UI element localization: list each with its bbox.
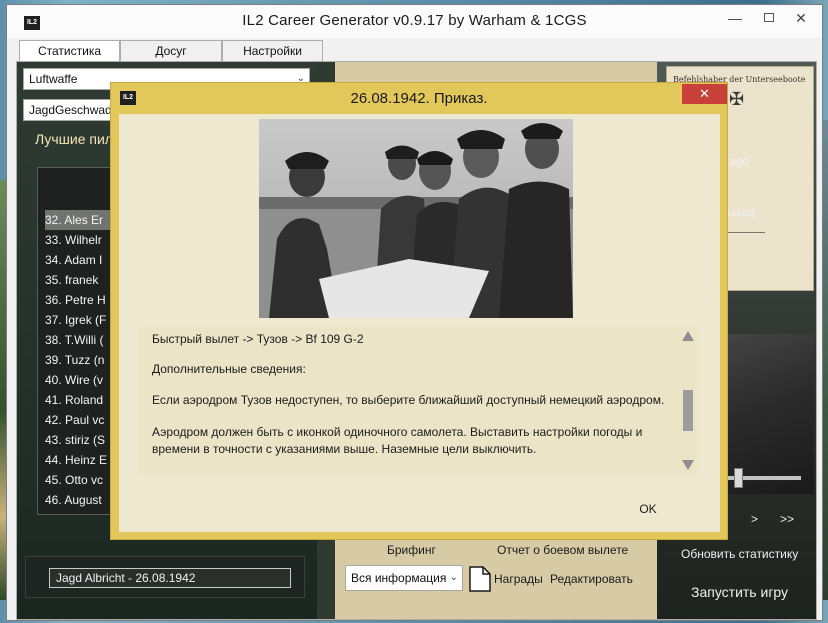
order-route-line: Быстрый вылет -> Тузов -> Bf 109 G-2 — [152, 332, 364, 346]
best-pilots-label: Лучшие пил — [35, 131, 113, 147]
nav-last-button[interactable]: >> — [780, 512, 794, 526]
photo-slider[interactable] — [717, 476, 801, 480]
close-button[interactable]: ✕ — [781, 5, 821, 31]
squadron-select[interactable]: JagdGeschwad — [23, 99, 123, 121]
order-dialog: IL2 26.08.1942. Приказ. ✕ Быстрый вылет … — [110, 82, 728, 540]
main-window-title: IL2 Career Generator v0.9.17 by Warham &… — [242, 12, 587, 29]
minimize-button[interactable]: — — [718, 5, 752, 31]
main-titlebar[interactable]: IL2 IL2 Career Generator v0.9.17 by Warh… — [7, 5, 822, 38]
scroll-up-arrow-icon[interactable] — [682, 331, 694, 341]
dialog-titlebar[interactable]: IL2 26.08.1942. Приказ. ✕ — [111, 83, 727, 114]
tab-statistics[interactable]: Статистика — [19, 40, 120, 63]
chevron-down-icon: ⌄ — [449, 572, 458, 583]
air-force-select-value: Luftwaffe — [29, 72, 78, 86]
dialog-close-button[interactable]: ✕ — [682, 84, 727, 104]
combat-report-button[interactable]: Отчет о боевом вылете — [497, 543, 628, 557]
order-extra-info-heading: Дополнительные сведения: — [152, 362, 306, 376]
awards-button[interactable]: Награды — [494, 572, 543, 586]
scroll-down-arrow-icon[interactable] — [682, 460, 694, 470]
dialog-title: 26.08.1942. Приказ. — [350, 90, 488, 107]
scroll-thumb[interactable] — [683, 390, 693, 431]
order-text-area[interactable]: Быстрый вылет -> Тузов -> Bf 109 G-2 Доп… — [139, 327, 697, 475]
squadron-select-value: JagdGeschwad — [29, 103, 112, 117]
career-status-field[interactable]: Jagd Albricht - 26.08.1942 — [49, 568, 291, 588]
dialog-body: Быстрый вылет -> Тузов -> Bf 109 G-2 Доп… — [119, 114, 720, 532]
refresh-statistics-button[interactable]: Обновить статистику — [681, 547, 798, 561]
maximize-icon — [764, 13, 774, 22]
order-scrollbar[interactable] — [679, 327, 697, 475]
edit-button[interactable]: Редактировать — [550, 572, 633, 586]
order-photo — [259, 119, 573, 318]
order-text-line: Аэродром должен быть с иконкой одиночног… — [152, 425, 643, 439]
document-icon[interactable] — [467, 565, 493, 593]
info-filter-select[interactable]: Вся информация ⌄ — [345, 565, 463, 591]
nav-next-button[interactable]: > — [751, 512, 758, 526]
briefing-button[interactable]: Брифинг — [387, 543, 436, 557]
eagle-icon: ✠ — [729, 89, 745, 109]
photo-slider-thumb[interactable] — [734, 468, 743, 488]
order-text-line: Если аэродром Тузов недоступен, то выбер… — [152, 393, 665, 407]
tab-settings[interactable]: Настройки — [222, 40, 323, 62]
info-filter-value: Вся информация — [351, 571, 447, 585]
start-game-button[interactable]: Запустить игру — [691, 584, 788, 600]
ok-button[interactable]: OK — [630, 499, 666, 519]
order-text-line: времени в точности с указаниями выше. На… — [152, 442, 537, 456]
tab-leisure[interactable]: Досуг — [120, 40, 222, 62]
